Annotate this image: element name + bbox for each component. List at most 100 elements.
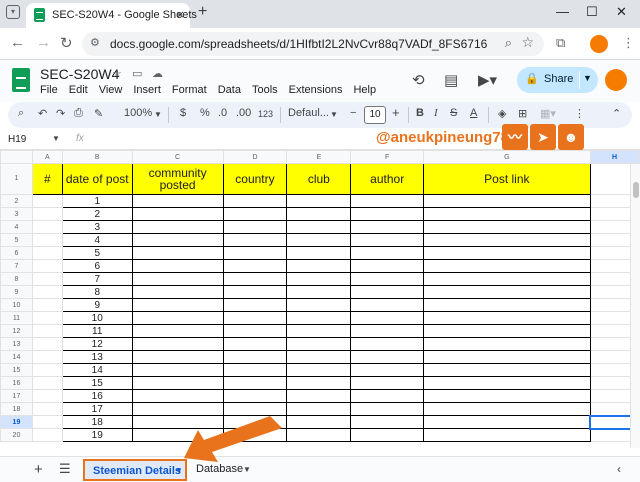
menu-insert[interactable]: Insert (133, 84, 161, 96)
cell[interactable] (423, 194, 591, 208)
number-cell[interactable]: 18 (61, 415, 133, 429)
cell[interactable] (423, 389, 591, 403)
cell[interactable] (222, 389, 288, 403)
cell[interactable] (350, 207, 425, 221)
omnibox[interactable]: ⚙ docs.google.com/spreadsheets/d/1HIfbtI… (82, 32, 544, 56)
cell[interactable] (131, 311, 224, 325)
cell[interactable] (423, 272, 591, 286)
collapse-sidebar-icon[interactable]: ‹ (617, 462, 621, 476)
cell[interactable] (350, 402, 425, 416)
row-header[interactable]: 19 (0, 415, 33, 429)
cell[interactable] (131, 428, 224, 442)
decrease-decimal-button[interactable]: .0 (218, 107, 227, 119)
cell[interactable] (222, 285, 288, 299)
cell[interactable] (31, 415, 63, 429)
number-cell[interactable]: 14 (61, 363, 133, 377)
cell[interactable] (222, 272, 288, 286)
comments-icon[interactable]: ▤ (444, 71, 458, 89)
cell[interactable] (286, 285, 352, 299)
number-cell[interactable]: 19 (61, 428, 133, 442)
redo-icon[interactable]: ↷ (56, 107, 65, 120)
reload-icon[interactable]: ↻ (60, 34, 73, 52)
cell[interactable] (31, 259, 63, 273)
cell[interactable] (222, 233, 288, 247)
cell[interactable] (350, 428, 425, 442)
menu-view[interactable]: View (99, 84, 123, 96)
row-header[interactable]: 14 (0, 350, 33, 364)
cell[interactable] (286, 246, 352, 260)
cell[interactable] (222, 259, 288, 273)
cell[interactable] (423, 207, 591, 221)
cell[interactable] (350, 389, 425, 403)
cell[interactable] (423, 324, 591, 338)
zoom-dropdown-icon[interactable]: ▼ (154, 110, 162, 119)
row-header[interactable]: 18 (0, 402, 33, 416)
borders-icon[interactable]: ⊞ (518, 107, 527, 120)
cell[interactable] (286, 233, 352, 247)
cell[interactable] (31, 233, 63, 247)
cell[interactable] (286, 259, 352, 273)
site-info-icon[interactable]: ⚙ (90, 36, 100, 49)
column-header[interactable]: D (222, 150, 288, 164)
number-cell[interactable]: 8 (61, 285, 133, 299)
row-header[interactable]: 13 (0, 337, 33, 351)
cell[interactable] (31, 389, 63, 403)
cell[interactable] (131, 194, 224, 208)
browser-tab[interactable]: SEC-S20W4 - Google Sheets × (26, 3, 197, 28)
number-cell[interactable]: 16 (61, 389, 133, 403)
select-all-corner[interactable] (0, 150, 33, 164)
font-size-input[interactable]: 10 (364, 106, 386, 124)
menu-help[interactable]: Help (353, 84, 376, 96)
cell[interactable] (131, 415, 224, 429)
merge-cells-icon[interactable]: ▦▾ (540, 107, 556, 120)
row-header[interactable]: 7 (0, 259, 33, 273)
number-cell[interactable]: 1 (61, 194, 133, 208)
cell[interactable] (131, 389, 224, 403)
cell[interactable] (222, 350, 288, 364)
more-options-icon[interactable]: ⋮ (574, 107, 585, 120)
cell[interactable] (286, 415, 352, 429)
font-family-select[interactable]: Defaul... (288, 107, 329, 119)
cell[interactable] (222, 298, 288, 312)
cell[interactable] (222, 337, 288, 351)
number-cell[interactable]: 12 (61, 337, 133, 351)
cell[interactable] (423, 363, 591, 377)
italic-button[interactable]: I (434, 107, 438, 119)
browser-menu-icon[interactable]: ⋮ (622, 35, 635, 51)
cell[interactable] (222, 207, 288, 221)
percent-format-button[interactable]: % (200, 107, 210, 119)
number-cell[interactable]: 2 (61, 207, 133, 221)
row-header[interactable]: 2 (0, 194, 33, 208)
cell[interactable] (131, 285, 224, 299)
cell[interactable] (423, 376, 591, 390)
number-cell[interactable]: 10 (61, 311, 133, 325)
cell[interactable] (31, 207, 63, 221)
cell[interactable] (131, 207, 224, 221)
cell[interactable] (222, 246, 288, 260)
cell[interactable] (31, 194, 63, 208)
cell[interactable] (31, 363, 63, 377)
cell[interactable] (131, 246, 224, 260)
menu-file[interactable]: File (40, 84, 58, 96)
cell[interactable] (222, 428, 288, 442)
sheet-tab-dropdown-icon[interactable]: ▼ (243, 465, 251, 474)
number-cell[interactable]: 15 (61, 376, 133, 390)
cell[interactable] (286, 402, 352, 416)
cell[interactable] (286, 350, 352, 364)
cell[interactable] (131, 220, 224, 234)
cell[interactable] (222, 194, 288, 208)
cell[interactable] (350, 285, 425, 299)
name-box-dropdown-icon[interactable]: ▼ (52, 134, 60, 143)
cell[interactable] (131, 350, 224, 364)
share-dropdown-icon[interactable]: ▼ (583, 73, 592, 83)
cell[interactable] (31, 285, 63, 299)
cell[interactable] (222, 402, 288, 416)
cell[interactable] (31, 220, 63, 234)
row-header[interactable]: 10 (0, 298, 33, 312)
menu-edit[interactable]: Edit (69, 84, 88, 96)
number-cell[interactable]: 7 (61, 272, 133, 286)
cell[interactable] (131, 363, 224, 377)
row-header[interactable]: 17 (0, 389, 33, 403)
number-cell[interactable]: 4 (61, 233, 133, 247)
cell[interactable] (423, 233, 591, 247)
